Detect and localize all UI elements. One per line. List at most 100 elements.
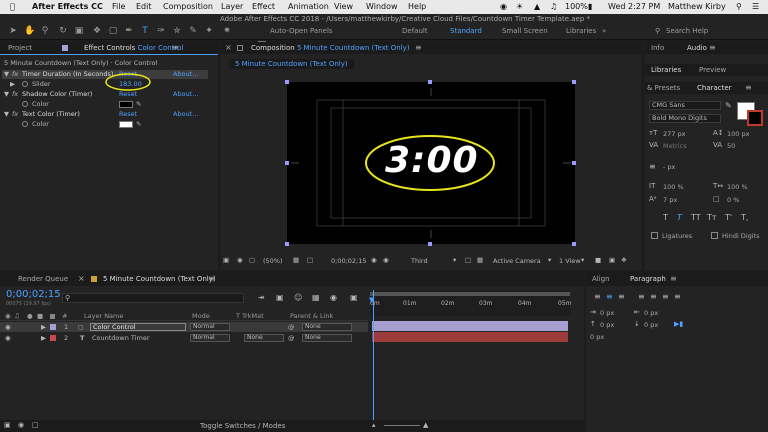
menu-help[interactable]: Help [408,2,426,11]
expand-arrow-icon[interactable]: ▶ [41,333,46,343]
pickwhip-icon[interactable]: @ [288,322,295,332]
space-after-value[interactable]: 0 px [644,321,658,329]
menu-effect[interactable]: Effect [252,2,275,11]
menu-view[interactable]: View [334,2,353,11]
workspace-default[interactable]: Default [402,27,428,35]
transparency-grid-icon[interactable]: ▦ [477,256,483,264]
timeline-zoom-slider[interactable] [384,425,420,426]
puppet-tool-icon[interactable]: ✷ [222,26,232,36]
timeline-search-input[interactable]: ⚲ [62,293,244,303]
justify-center-icon[interactable]: ≡ [650,292,657,301]
mode-dropdown[interactable]: Normal [190,334,230,342]
font-family-dropdown[interactable]: CMG Sans [649,101,721,110]
stroke-width-value[interactable]: - px [663,163,675,171]
parent-dropdown[interactable]: None [302,323,352,331]
faux-italic-button[interactable]: T [677,213,682,222]
stroke-color-swatch[interactable] [747,110,763,126]
comp-mini-flowchart-icon[interactable]: ↠ [258,293,265,302]
pan-behind-tool-icon[interactable]: ❖ [92,26,102,36]
fx-icon[interactable]: fx [12,90,18,99]
align-right-icon[interactable]: ≡ [618,292,625,301]
stopwatch-icon[interactable] [22,121,28,127]
superscript-button[interactable]: T' [725,213,732,222]
reset-button[interactable]: Reset [119,110,137,119]
layer-label-color[interactable] [50,324,56,330]
chevron-down-icon[interactable]: ▾ [548,256,551,264]
fast-previews-icon[interactable]: ■ [595,256,601,264]
search-help-input[interactable]: Search Help [666,27,708,35]
justify-left-icon[interactable]: ≡ [638,292,645,301]
menu-app-name[interactable]: After Effects CC [32,2,103,11]
draft-3d-icon[interactable]: ▣ [276,293,284,302]
motion-blur-icon[interactable]: ◉ [330,293,337,302]
tsume-value[interactable]: 0 % [727,196,739,204]
align-left-icon[interactable]: ≡ [594,292,601,301]
indent-right-value[interactable]: 0 px [644,309,658,317]
mask-tool-icon[interactable]: ▢ [108,26,118,36]
layer-label-color[interactable] [50,335,56,341]
comp-subtab[interactable]: 5 Minute Countdown (Text Only) [229,59,354,69]
menu-composition[interactable]: Composition [163,2,213,11]
transform-handle[interactable] [428,80,432,84]
menu-animation[interactable]: Animation [288,2,329,11]
about-button[interactable]: About... [173,90,198,99]
grid-icon[interactable]: ▦ [293,256,299,264]
first-line-value[interactable]: 0 px [590,333,604,341]
space-before-value[interactable]: 0 px [600,321,614,329]
chevron-down-icon[interactable]: ▾ [581,256,584,264]
resolution-dropdown[interactable]: Third [411,257,428,265]
effect-row-text-color[interactable]: ▼ fx Text Color (Timer) Reset About... [2,110,208,119]
zoom-tool-icon[interactable]: ⚲ [40,26,50,36]
tab-render-queue[interactable]: Render Queue [18,275,68,283]
search-help-icon[interactable]: ⚲ [655,27,660,35]
justify-right-icon[interactable]: ≡ [662,292,669,301]
kerning-value[interactable]: Metrics [663,142,687,150]
creative-cloud-icon[interactable]: ◉ [500,2,507,11]
transform-handle[interactable] [572,80,576,84]
menu-clock[interactable]: Wed 2:27 PM [608,2,660,11]
panel-menu-icon[interactable]: ≡ [415,43,422,52]
tab-libraries[interactable]: Libraries [651,66,681,74]
layer-name-header[interactable]: Layer Name [84,311,123,321]
spotlight-icon[interactable]: ⚲ [736,2,742,11]
zoom-out-icon[interactable]: ▴ [372,421,376,429]
stopwatch-icon[interactable] [22,101,28,107]
ligatures-checkbox[interactable] [651,232,658,239]
eyedropper-icon[interactable]: ✎ [136,100,141,109]
timeline-timecode[interactable]: 0;00;02;15 [6,289,61,300]
timeline-icon[interactable]: ▣ [609,256,615,264]
playhead-handle-icon[interactable]: ▼ [369,296,374,304]
transform-handle[interactable] [572,242,576,246]
workspace-small-screen[interactable]: Small Screen [502,27,548,35]
tab-paragraph[interactable]: Paragraph [630,275,666,283]
timer-text[interactable]: 3:00 [385,140,479,181]
notification-icon[interactable]: ☰ [752,2,759,11]
roto-tool-icon[interactable]: ✦ [204,26,214,36]
layer-name[interactable]: Color Control [90,323,186,331]
type-tool-icon[interactable]: T [140,26,150,36]
expand-arrow-icon[interactable]: ▶ [10,80,15,89]
justify-all-icon[interactable]: ≡ [674,292,681,301]
transfer-controls-icon[interactable]: ◉ [18,421,24,429]
lock-icon[interactable] [237,45,243,51]
small-caps-button[interactable]: Tт [707,213,717,222]
faux-bold-button[interactable]: T [663,213,668,222]
pen-tool-icon[interactable]: ✒ [124,26,134,36]
tab-composition[interactable]: Composition 5 Minute Countdown (Text Onl… [251,44,410,52]
vertical-scale-value[interactable]: 100 % [663,183,684,191]
eraser-tool-icon[interactable]: ✎ [188,26,198,36]
leading-value[interactable]: 100 px [727,130,749,138]
tracking-value[interactable]: 50 [727,142,735,150]
comp-canvas[interactable]: 3:00 [287,82,575,244]
tab-character[interactable]: Character [697,84,732,92]
table-row[interactable]: ◉ ▶ 2 T Countdown Timer Normal None @ No… [0,333,368,343]
panel-menu-icon[interactable]: ≡ [670,274,677,283]
transform-handle[interactable] [285,242,289,246]
flowchart-icon[interactable]: ❖ [621,256,627,264]
text-color-swatch[interactable] [119,121,133,128]
tab-align[interactable]: Align [592,275,610,283]
layer-name[interactable]: Countdown Timer [92,333,150,343]
all-caps-button[interactable]: TT [691,213,701,222]
apple-icon[interactable]:  [10,2,15,11]
volume-icon[interactable]: ♫ [550,2,557,11]
